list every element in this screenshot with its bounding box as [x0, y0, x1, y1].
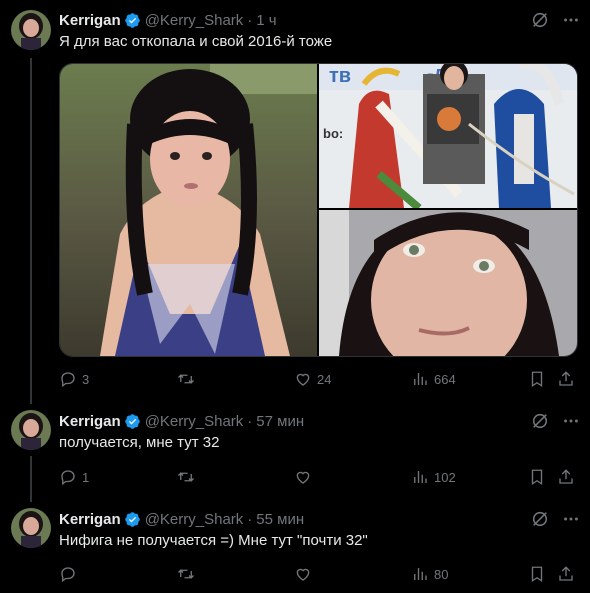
like-button[interactable]: 24 — [294, 369, 331, 389]
bookmark-button[interactable] — [528, 564, 546, 584]
more-icon[interactable] — [561, 10, 580, 29]
like-button[interactable] — [294, 467, 317, 487]
view-count: 102 — [434, 469, 456, 485]
views-icon — [414, 373, 427, 385]
photo[interactable]: тв -дэ bo: — [319, 64, 577, 212]
grok-icon[interactable] — [530, 411, 549, 430]
separator: · — [247, 412, 253, 430]
verified-badge-icon — [124, 413, 141, 430]
media-grid[interactable]: тв -дэ bo: — [59, 63, 578, 357]
grok-icon[interactable] — [530, 509, 549, 528]
views-button[interactable]: 80 — [411, 564, 448, 584]
verified-badge-icon — [124, 511, 141, 528]
separator: · — [247, 11, 253, 29]
view-count: 664 — [434, 371, 456, 387]
more-icon[interactable] — [561, 509, 580, 528]
tweet[interactable]: Kerrigan @Kerry_Shark · 57 мин получаетс… — [0, 402, 590, 498]
tweet-actions: 80 — [59, 564, 579, 584]
bookmark-icon — [531, 469, 543, 486]
author-handle[interactable]: @Kerry_Shark — [145, 511, 244, 528]
bookmark-icon — [531, 371, 543, 388]
verified-badge-icon — [124, 12, 141, 29]
retweet-icon — [178, 374, 194, 384]
bookmark-button[interactable] — [528, 369, 546, 389]
photo[interactable] — [319, 210, 577, 356]
retweet-button[interactable] — [177, 467, 200, 487]
bookmark-icon — [531, 566, 543, 583]
share-button[interactable] — [557, 564, 575, 584]
author-handle[interactable]: @Kerry_Shark — [145, 12, 244, 29]
like-icon — [296, 471, 310, 484]
retweet-icon — [178, 569, 194, 579]
timestamp[interactable]: 55 мин — [256, 511, 304, 528]
reply-icon — [61, 470, 75, 486]
tweet-actions: 3 24 664 — [59, 369, 579, 389]
tweet[interactable]: Kerrigan @Kerry_Shark · 55 мин Нифига не… — [0, 500, 590, 593]
share-icon — [559, 371, 573, 386]
author-name[interactable]: Kerrigan — [59, 413, 121, 430]
tweet[interactable]: Kerrigan @Kerry_Shark · 1 ч Я для вас от… — [0, 0, 590, 400]
views-icon — [414, 471, 427, 483]
author-handle[interactable]: @Kerry_Shark — [145, 413, 244, 430]
reply-button[interactable] — [59, 564, 82, 584]
author-name[interactable]: Kerrigan — [59, 12, 121, 29]
reply-button[interactable]: 3 — [59, 369, 89, 389]
share-icon — [559, 566, 573, 581]
retweet-button[interactable] — [177, 369, 200, 389]
retweet-icon — [178, 472, 194, 482]
media-text: тв — [329, 65, 351, 87]
avatar[interactable] — [11, 508, 51, 548]
more-icon[interactable] — [561, 411, 580, 430]
reply-button[interactable]: 1 — [59, 467, 89, 487]
views-button[interactable]: 102 — [411, 467, 456, 487]
reply-count: 3 — [82, 371, 90, 387]
views-icon — [414, 568, 427, 580]
reply-count: 1 — [82, 469, 90, 485]
like-icon — [296, 568, 310, 581]
tweet-text: получается, мне тут 32 — [59, 434, 220, 451]
like-count: 24 — [317, 371, 332, 387]
tweet-actions: 1 102 — [59, 467, 579, 487]
avatar[interactable] — [11, 10, 51, 50]
share-button[interactable] — [557, 369, 575, 389]
retweet-button[interactable] — [177, 564, 200, 584]
share-icon — [559, 469, 573, 484]
timestamp[interactable]: 57 мин — [256, 413, 304, 430]
timestamp[interactable]: 1 ч — [256, 12, 276, 29]
like-button[interactable] — [294, 564, 317, 584]
share-button[interactable] — [557, 467, 575, 487]
reply-icon — [61, 372, 75, 388]
avatar[interactable] — [11, 410, 51, 450]
reply-icon — [61, 567, 75, 583]
media-text: bo: — [323, 126, 343, 141]
like-icon — [296, 373, 310, 386]
bookmark-button[interactable] — [528, 467, 546, 487]
tweet-text: Нифига не получается =) Мне тут "почти 3… — [59, 532, 368, 549]
tweet-text: Я для вас откопала и свой 2016-й тоже — [59, 33, 333, 50]
views-button[interactable]: 664 — [411, 369, 456, 389]
author-name[interactable]: Kerrigan — [59, 511, 121, 528]
grok-icon[interactable] — [530, 10, 549, 29]
separator: · — [247, 510, 253, 528]
view-count: 80 — [434, 566, 449, 582]
photo[interactable] — [60, 64, 317, 356]
